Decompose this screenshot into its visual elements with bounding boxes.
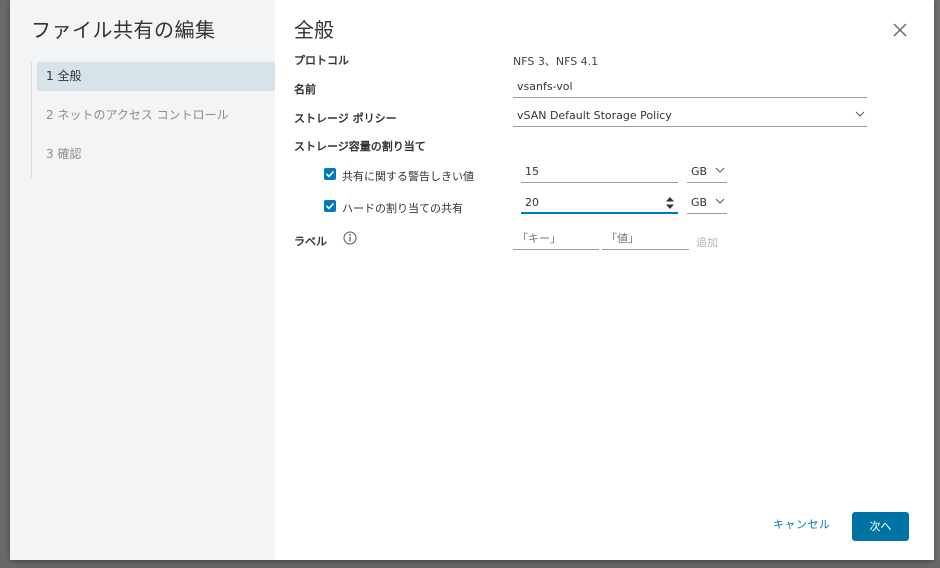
info-icon[interactable] (343, 231, 357, 245)
storage-policy-label: ストレージ ポリシー (294, 112, 397, 125)
label-key-input[interactable] (513, 228, 599, 250)
spinner-arrows-icon[interactable] (666, 197, 674, 209)
dialog-title: ファイル共有の編集 (31, 18, 216, 42)
warning-threshold-unit: GB (691, 165, 708, 178)
wizard-sidebar: ファイル共有の編集 1 全般 2 ネットのアクセス コントロール 3 確認 (10, 0, 275, 560)
checkmark-icon (325, 170, 335, 178)
hard-quota-checkbox[interactable] (324, 200, 336, 212)
warning-threshold-unit-select[interactable]: GB (687, 161, 727, 183)
close-icon[interactable] (892, 22, 908, 38)
storage-policy-select[interactable]: vSAN Default Storage Policy (513, 105, 867, 127)
next-button[interactable]: 次へ (852, 512, 909, 541)
labels-label: ラベル (294, 235, 327, 248)
protocol-label: プロトコル (294, 54, 349, 67)
hard-quota-input[interactable] (521, 192, 678, 214)
hard-quota-unit: GB (691, 196, 708, 209)
checkmark-icon (325, 202, 335, 210)
hard-quota-unit-select[interactable]: GB (687, 192, 727, 214)
wizard-content: 全般 プロトコル NFS 3、NFS 4.1 名前 ストレージ ポリシー vSA… (275, 0, 934, 560)
chevron-down-icon (715, 198, 725, 204)
section-title: 全般 (294, 18, 334, 42)
chevron-down-icon (855, 111, 865, 117)
step-general[interactable]: 1 全般 (37, 62, 275, 91)
warning-threshold-input[interactable] (521, 161, 678, 183)
label-value-input[interactable] (602, 228, 689, 250)
add-label-button[interactable]: 追加 (696, 234, 718, 250)
storage-policy-value: vSAN Default Storage Policy (517, 109, 672, 122)
edit-file-share-dialog: ファイル共有の編集 1 全般 2 ネットのアクセス コントロール 3 確認 全般… (10, 0, 934, 560)
hard-quota-field (521, 192, 678, 214)
hard-quota-label: ハードの割り当ての共有 (342, 202, 463, 215)
warning-threshold-label: 共有に関する警告しきい値 (342, 170, 474, 183)
protocol-value: NFS 3、NFS 4.1 (513, 55, 599, 68)
warning-threshold-checkbox[interactable] (324, 168, 336, 180)
step-network-access-control[interactable]: 2 ネットのアクセス コントロール (32, 101, 275, 130)
chevron-down-icon (715, 167, 725, 173)
cancel-button[interactable]: キャンセル (773, 516, 831, 532)
name-label: 名前 (294, 83, 316, 96)
wizard-steps: 1 全般 2 ネットのアクセス コントロール 3 確認 (31, 62, 275, 178)
name-input[interactable] (513, 76, 867, 98)
step-confirm[interactable]: 3 確認 (32, 140, 275, 169)
storage-quota-label: ストレージ容量の割り当て (294, 140, 426, 153)
